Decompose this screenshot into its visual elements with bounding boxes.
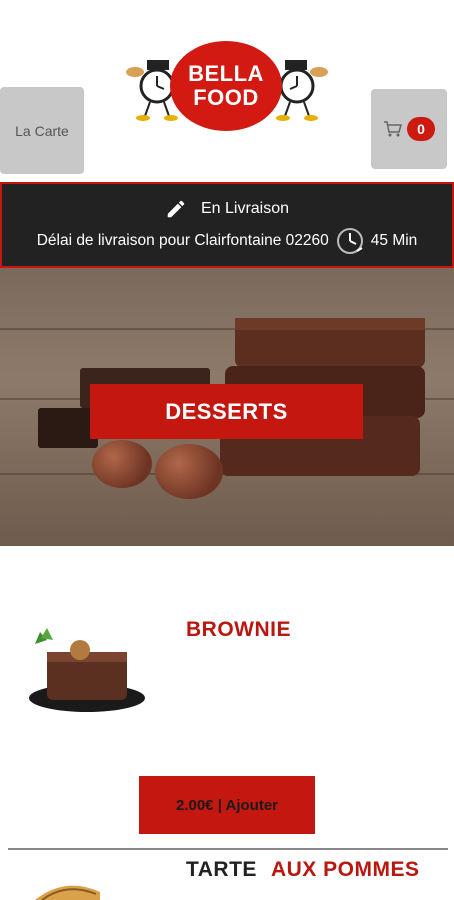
product-card[interactable]: BROWNIE 2.00€ | Ajouter <box>0 546 454 846</box>
cart-icon <box>384 121 402 137</box>
delivery-delay-text: Délai de livraison pour Clairfontaine 02… <box>36 232 329 249</box>
clock-icon <box>336 228 363 254</box>
app-header: La Carte BELLA FOOD 0 <box>0 0 454 182</box>
delivery-delay-row: Délai de livraison pour Clairfontaine 02… <box>2 226 452 256</box>
cart-button[interactable]: 0 <box>371 89 447 169</box>
delivery-mode-row: En Livraison <box>2 198 452 220</box>
cart-count-badge: 0 <box>407 117 435 141</box>
bella-food-logo: BELLA FOOD <box>125 36 330 136</box>
delivery-banner[interactable]: En Livraison Délai de livraison pour Cla… <box>0 182 454 268</box>
chocolate-piece <box>38 408 98 448</box>
delivery-mode-label: En Livraison <box>200 200 290 217</box>
product-name: BROWNIE <box>186 618 291 641</box>
menu-button[interactable]: La Carte <box>0 87 84 174</box>
category-title: DESSERTS <box>90 384 363 439</box>
apple-tart-product-image[interactable] <box>30 878 105 900</box>
product-name: TARTE AUX POMMES <box>186 858 419 882</box>
delivery-duration: 45 Min <box>370 232 418 249</box>
hazelnut <box>155 444 223 499</box>
brownie-product-image[interactable] <box>25 626 150 726</box>
menu-button-label: La Carte <box>15 122 69 139</box>
pencil-icon[interactable] <box>165 198 187 220</box>
category-hero-image: DESSERTS <box>0 268 454 546</box>
product-name-part2: AUX POMMES <box>270 858 420 881</box>
add-to-cart-button[interactable]: 2.00€ | Ajouter <box>139 776 315 834</box>
logo-text-line2: FOOD <box>193 85 259 110</box>
logo-text-line1: BELLA <box>188 61 264 86</box>
logo-oval: BELLA FOOD <box>170 41 282 131</box>
hazelnut <box>92 440 152 488</box>
product-card[interactable]: TARTE AUX POMMES <box>0 850 454 900</box>
product-name-part1: TARTE <box>186 858 257 881</box>
